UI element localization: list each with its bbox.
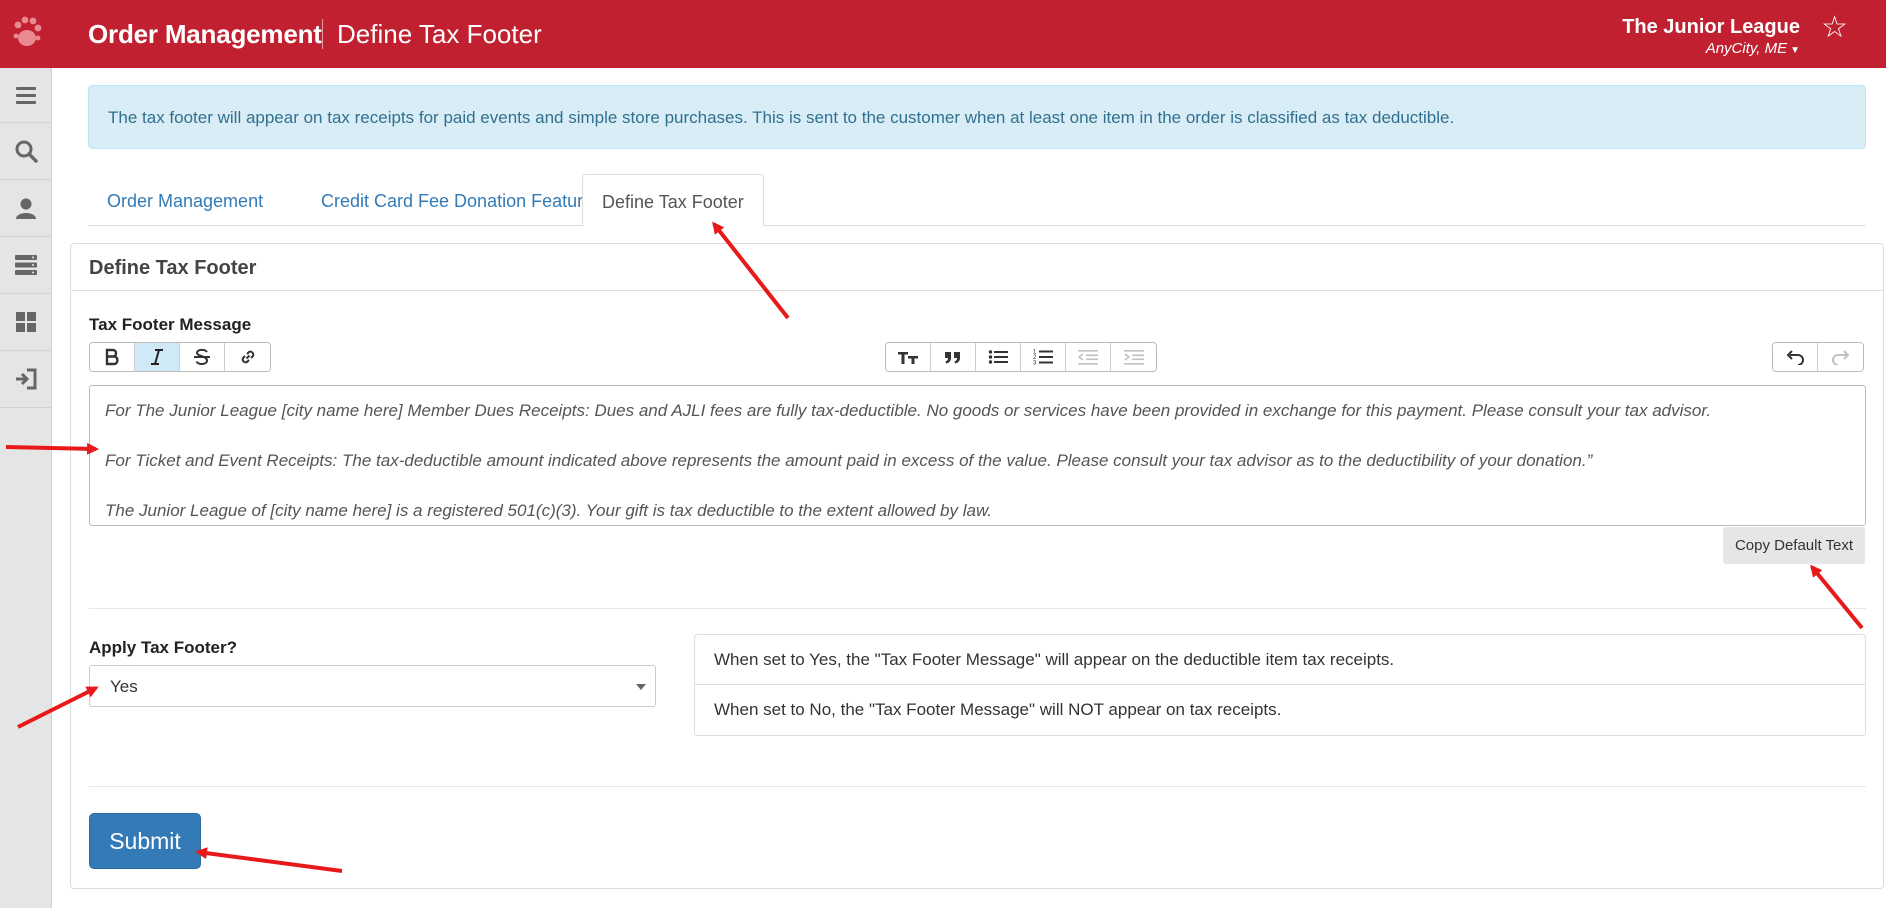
redo-icon [1831, 350, 1849, 365]
text-size-icon [898, 352, 918, 364]
format-button-group [89, 342, 271, 372]
select-arrow-icon [636, 684, 646, 690]
sign-in-icon [15, 368, 36, 390]
define-tax-footer-panel: Define Tax Footer [70, 243, 1884, 889]
paw-logo-icon[interactable] [10, 14, 44, 54]
app-title: Order Management [88, 19, 322, 49]
help-item-no: When set to No, the "Tax Footer Message"… [714, 700, 1282, 719]
quote-button[interactable] [931, 343, 976, 371]
user-icon [15, 198, 36, 219]
indent-icon [1123, 350, 1144, 365]
copy-default-text-button[interactable]: Copy Default Text [1723, 527, 1865, 564]
tax-footer-editor[interactable]: For The Junior League [city name here] M… [89, 385, 1866, 526]
editor-line-dues: For The Junior League [city name here] M… [105, 401, 1712, 420]
indent-button[interactable] [1111, 343, 1156, 371]
apply-help-list: When set to Yes, the "Tax Footer Message… [694, 634, 1866, 736]
link-icon [241, 350, 254, 364]
italic-button[interactable] [135, 343, 180, 371]
editor-line-ticket: For Ticket and Event Receipts: The tax-d… [105, 451, 1593, 470]
section-divider [89, 608, 1866, 609]
history-button-group [1772, 342, 1864, 372]
sidebar-item-search[interactable] [0, 123, 51, 180]
search-icon [15, 140, 38, 163]
info-alert: The tax footer will appear on tax receip… [88, 85, 1866, 149]
bold-button[interactable] [90, 343, 135, 371]
bullet-list-icon [988, 350, 1008, 364]
sidebar-item-user[interactable] [0, 180, 51, 237]
undo-button[interactable] [1773, 343, 1818, 371]
outdent-icon [1078, 350, 1098, 365]
title-separator [322, 19, 323, 49]
sidebar-item-dashboard[interactable] [0, 294, 51, 351]
tab-bar: Order Management Credit Card Fee Donatio… [88, 174, 1866, 227]
block-button-group: 123 [885, 342, 1157, 372]
top-bar: Order Management Define Tax Footer The J… [0, 0, 1886, 68]
org-city-label: AnyCity, ME [1705, 40, 1788, 57]
help-item-yes: When set to Yes, the "Tax Footer Message… [695, 635, 1865, 685]
numbered-list-button[interactable]: 123 [1021, 343, 1066, 371]
outdent-button[interactable] [1066, 343, 1111, 371]
star-outline-icon[interactable]: ☆ [1821, 10, 1848, 45]
tax-footer-message-label: Tax Footer Message [89, 315, 252, 334]
heading-button[interactable] [886, 343, 931, 371]
quote-icon [945, 352, 960, 364]
svg-text:3: 3 [1033, 361, 1037, 367]
org-city-dropdown[interactable]: AnyCity, ME ▼ [1706, 40, 1800, 57]
server-icon [14, 255, 37, 275]
bold-icon [105, 348, 119, 366]
apply-tax-footer-value: Yes [110, 677, 138, 696]
strikethrough-button[interactable] [180, 343, 225, 371]
apply-tax-footer-select[interactable]: Yes [89, 665, 656, 707]
italic-icon [151, 349, 163, 365]
section-divider [89, 786, 1866, 787]
numbered-list-icon: 123 [1033, 350, 1053, 367]
bullet-list-button[interactable] [976, 343, 1021, 371]
menu-icon [15, 87, 36, 104]
redo-button[interactable] [1818, 343, 1863, 371]
page-title: Define Tax Footer [337, 19, 542, 49]
apply-tax-footer-label: Apply Tax Footer? [89, 638, 237, 657]
undo-icon [1786, 350, 1804, 365]
sidebar [0, 68, 52, 908]
sidebar-item-menu[interactable] [0, 68, 51, 123]
editor-line-501c3: The Junior League of [city name here] is… [105, 501, 993, 520]
panel-heading: Define Tax Footer [71, 244, 1883, 291]
dashboard-icon [15, 312, 36, 332]
caret-down-icon: ▼ [1790, 45, 1800, 56]
link-button[interactable] [225, 343, 270, 371]
sidebar-item-server[interactable] [0, 237, 51, 294]
strikethrough-icon [194, 348, 210, 365]
sidebar-item-sign-in[interactable] [0, 351, 51, 408]
tab-credit-card-fee-donation[interactable]: Credit Card Fee Donation Feature [302, 174, 612, 227]
org-name[interactable]: The Junior League [1622, 16, 1800, 39]
tab-define-tax-footer[interactable]: Define Tax Footer [582, 174, 764, 227]
submit-button[interactable]: Submit [89, 813, 201, 869]
tab-order-management[interactable]: Order Management [88, 174, 282, 227]
